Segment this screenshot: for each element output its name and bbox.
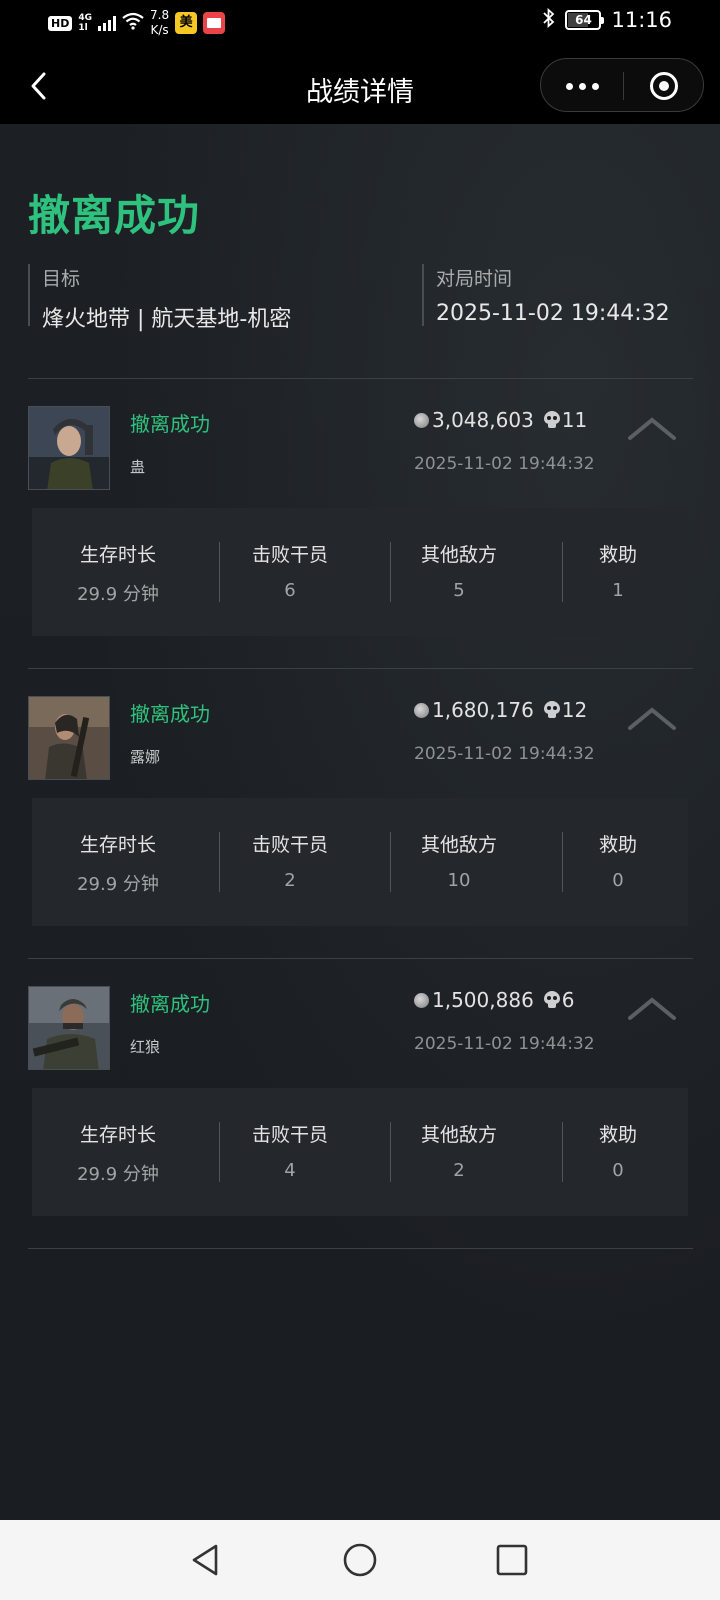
book-app-icon	[203, 12, 226, 34]
operator-name: 露娜	[130, 748, 161, 766]
network-type: 4G 1l	[78, 13, 92, 33]
system-navigation-bar	[0, 1520, 720, 1600]
record-status: 撤离成功	[130, 992, 210, 1016]
system-recents-button[interactable]	[490, 1538, 534, 1582]
collapse-button[interactable]	[626, 412, 678, 448]
stat-survival: 生存时长 29.9 分钟	[77, 834, 159, 895]
record-status: 撤离成功	[130, 412, 210, 436]
wifi-icon	[122, 12, 144, 34]
chevron-up-icon	[628, 417, 676, 440]
circle-home-icon	[343, 1543, 377, 1577]
operator-name: 红狼	[130, 1038, 161, 1056]
hd-badge: HD	[48, 15, 73, 31]
navigation-bar: 战绩详情	[0, 48, 720, 124]
record-status: 撤离成功	[130, 702, 210, 726]
network-speed: 7.8 K/s	[150, 8, 170, 37]
match-time-info: 对局时间 2025-11-02 19:44:32	[422, 264, 692, 326]
record-card: 撤离成功 蛊 3,048,603 11 2025-11-02 19:44:32 …	[0, 378, 720, 666]
stat-operators: 击败干员 6	[251, 544, 328, 601]
skull-icon	[543, 701, 560, 719]
operator-avatar	[28, 406, 110, 490]
meituan-app-icon: 美	[175, 12, 198, 34]
record-summary: 1,500,886 6	[414, 988, 575, 1012]
skull-icon	[543, 411, 560, 429]
target-info: 目标 烽火地带 | 航天基地-机密	[28, 264, 388, 332]
coin-icon	[414, 702, 429, 718]
triangle-back-icon	[192, 1544, 218, 1576]
chevron-up-icon	[628, 707, 676, 730]
record-time: 2025-11-02 19:44:32	[414, 454, 595, 474]
kill-count: 12	[561, 698, 588, 722]
stats-panel: 生存时长 29.9 分钟 击败干员 2 其他敌方 10 救助 0	[32, 798, 688, 926]
asset-value: 3,048,603	[432, 408, 534, 432]
stat-operators: 击败干员 4	[251, 1124, 328, 1181]
record-card: 撤离成功 露娜 1,680,176 12 2025-11-02 19:44:32…	[0, 668, 720, 956]
record-time: 2025-11-02 19:44:32	[414, 744, 595, 764]
bluetooth-icon	[543, 7, 555, 32]
miniprogram-capsule	[540, 58, 704, 112]
record-time: 2025-11-02 19:44:32	[414, 1034, 595, 1054]
result-title: 撤离成功	[28, 191, 201, 240]
stat-enemies: 其他敌方 5	[420, 544, 497, 601]
asset-value: 1,500,886	[432, 988, 534, 1012]
stat-enemies: 其他敌方 10	[420, 834, 497, 891]
operator-name: 蛊	[130, 458, 146, 476]
content-area: 撤离成功 目标 烽火地带 | 航天基地-机密 对局时间 2025-11-02 1…	[0, 124, 720, 1520]
more-button[interactable]	[541, 59, 623, 113]
status-bar: HD 4G 1l 7.8 K/s 美 64 11:16	[0, 0, 720, 48]
stat-survival: 生存时长 29.9 分钟	[77, 544, 159, 605]
system-home-button[interactable]	[338, 1538, 382, 1582]
stat-enemies: 其他敌方 2	[420, 1124, 497, 1181]
coin-icon	[414, 992, 429, 1008]
system-back-button[interactable]	[184, 1538, 228, 1582]
stat-survival: 生存时长 29.9 分钟	[77, 1124, 159, 1185]
skull-icon	[543, 991, 560, 1009]
battery-icon: 64	[565, 10, 605, 30]
stat-rescue: 救助 1	[598, 544, 637, 601]
record-card: 撤离成功 红狼 1,500,886 6 2025-11-02 19:44:32 …	[0, 958, 720, 1246]
signal-icon	[98, 15, 116, 31]
stats-panel: 生存时长 29.9 分钟 击败干员 6 其他敌方 5 救助 1	[32, 508, 688, 636]
stat-rescue: 救助 0	[598, 834, 637, 891]
collapse-button[interactable]	[626, 992, 678, 1028]
record-summary: 1,680,176 12	[414, 698, 587, 722]
operator-avatar	[28, 696, 110, 780]
record-summary: 3,048,603 11	[414, 408, 587, 432]
match-time-value: 2025-11-02 19:44:32	[436, 301, 670, 326]
target-label: 目标	[42, 268, 81, 290]
divider	[28, 1248, 693, 1249]
stat-operators: 击败干员 2	[251, 834, 328, 891]
operator-avatar	[28, 986, 110, 1070]
chevron-up-icon	[628, 997, 676, 1020]
clock: 11:16	[611, 8, 672, 32]
kill-count: 6	[561, 988, 575, 1012]
stat-rescue: 救助 0	[598, 1124, 637, 1181]
asset-value: 1,680,176	[432, 698, 534, 722]
collapse-button[interactable]	[626, 702, 678, 738]
target-value: 烽火地带 | 航天基地-机密	[42, 307, 292, 332]
match-time-label: 对局时间	[436, 268, 513, 290]
close-miniprogram-button[interactable]	[624, 59, 704, 113]
square-recents-icon	[496, 1544, 528, 1576]
stats-panel: 生存时长 29.9 分钟 击败干员 4 其他敌方 2 救助 0	[32, 1088, 688, 1216]
coin-icon	[414, 412, 429, 428]
kill-count: 11	[561, 408, 588, 432]
